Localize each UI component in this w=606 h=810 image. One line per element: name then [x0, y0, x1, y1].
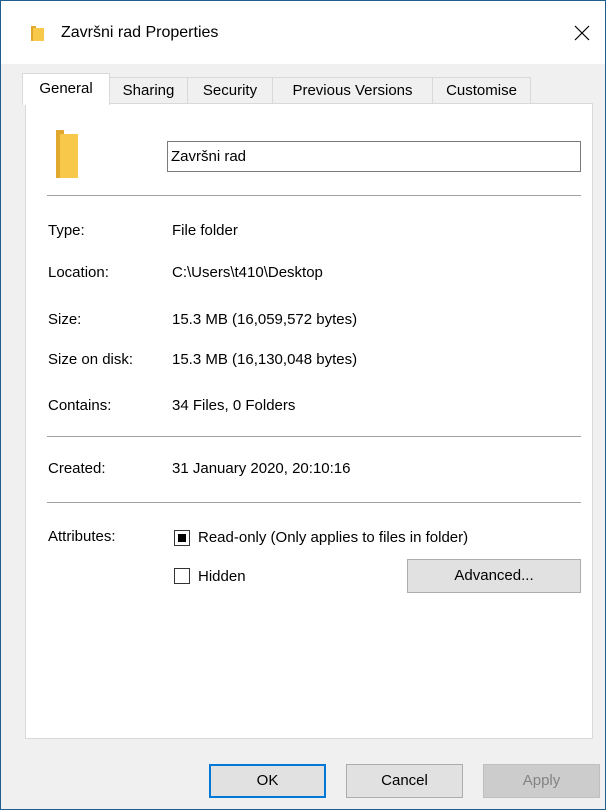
cancel-button[interactable]: Cancel: [346, 764, 463, 798]
window-title: Završni rad Properties: [61, 24, 219, 41]
size-on-disk-value: 15.3 MB (16,130,048 bytes): [172, 351, 358, 368]
tab-previous-versions[interactable]: Previous Versions: [272, 77, 433, 104]
attributes-label: Attributes:: [48, 528, 116, 545]
tab-general[interactable]: General: [22, 73, 110, 105]
tab-customise[interactable]: Customise: [432, 77, 531, 104]
hidden-label[interactable]: Hidden: [198, 568, 246, 586]
close-button[interactable]: [559, 1, 605, 64]
location-value: C:\Users\t410\Desktop: [172, 264, 323, 281]
folder-icon: [56, 130, 78, 178]
properties-dialog: Završni rad Properties General Sharing S…: [0, 0, 606, 810]
separator: [47, 195, 581, 196]
readonly-label[interactable]: Read-only (Only applies to files in fold…: [198, 529, 468, 547]
tab-sharing[interactable]: Sharing: [109, 77, 188, 104]
size-on-disk-label: Size on disk:: [48, 351, 134, 368]
tab-strip: General Sharing Security Previous Versio…: [1, 64, 605, 105]
size-label: Size:: [48, 311, 82, 328]
hidden-checkbox[interactable]: [174, 568, 190, 584]
ok-button[interactable]: OK: [209, 764, 326, 798]
folder-icon: [31, 26, 44, 41]
close-icon: [574, 25, 590, 40]
separator: [47, 502, 581, 503]
apply-button[interactable]: Apply: [483, 764, 600, 798]
type-label: Type:: [48, 222, 85, 239]
separator: [47, 436, 581, 437]
folder-name-field[interactable]: [167, 141, 581, 172]
size-value: 15.3 MB (16,059,572 bytes): [172, 311, 358, 328]
readonly-checkbox[interactable]: [174, 530, 190, 546]
title-bar[interactable]: Završni rad Properties: [1, 1, 605, 64]
contains-value: 34 Files, 0 Folders: [172, 397, 296, 414]
general-panel: Type: File folder Location: C:\Users\t41…: [25, 103, 593, 739]
type-value: File folder: [172, 222, 238, 239]
created-value: 31 January 2020, 20:10:16: [172, 460, 351, 477]
advanced-button[interactable]: Advanced...: [407, 559, 581, 593]
created-label: Created:: [48, 460, 106, 477]
tab-security[interactable]: Security: [187, 77, 273, 104]
indeterminate-mark: [178, 534, 186, 542]
contains-label: Contains:: [48, 397, 112, 414]
location-label: Location:: [48, 264, 109, 281]
